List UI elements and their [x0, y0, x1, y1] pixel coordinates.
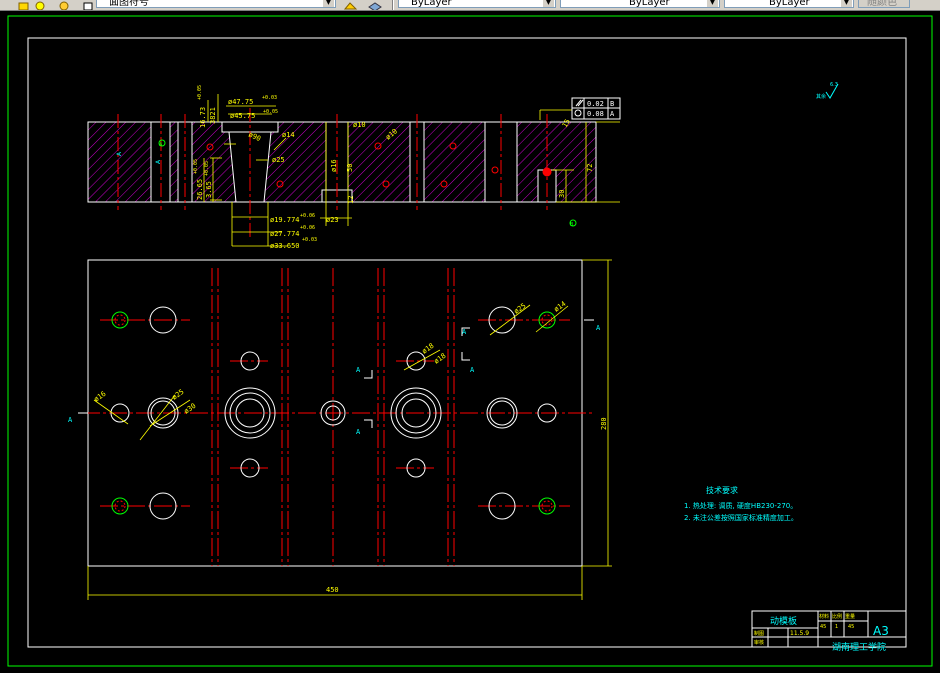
dim-d2665: 26.65	[196, 179, 204, 200]
cut-label-4: A	[356, 428, 361, 436]
plan-dim-d16: ø16	[93, 390, 108, 404]
plan-dimensions	[87, 259, 612, 600]
layer-combo[interactable]: 面图符号 ▼	[96, 0, 336, 8]
tech-notes-line1: 1. 热处理: 调质, 硬度HB230-270。	[684, 501, 797, 510]
title-block-checked-label: 审核	[754, 639, 764, 646]
cut-label-5: A	[462, 328, 467, 336]
title-block-part-name: 动模板	[770, 615, 797, 627]
tech-notes-title: 技术要求	[706, 485, 738, 495]
dim-d1977: ø19.774	[270, 216, 300, 224]
section-view	[87, 108, 597, 240]
plan-dim-d14: ø14	[553, 300, 568, 314]
dim-d45: ø45.75	[230, 112, 255, 120]
title-block-drawn-label: 制图	[754, 630, 764, 637]
dim-d2777: ø27.774	[270, 230, 300, 238]
dim-d16: 16.73	[199, 107, 207, 128]
plan-dim-d25b: ø25	[513, 302, 528, 316]
tolerance-frame: 0.02 B 0.08 A	[571, 97, 621, 120]
roughness-prefix: 其余	[816, 93, 826, 100]
plot-style-combo[interactable]: 随颜色	[858, 0, 910, 8]
plan-dim-d25: ø25	[171, 388, 186, 402]
title-block-weight-label: 重量	[845, 613, 855, 620]
dim-d10: ø10	[353, 121, 366, 129]
dim-d47-tol: +0.03	[262, 95, 277, 101]
title-block-scale-value: 1	[835, 624, 838, 630]
tolerance-row1-datum: B	[610, 100, 614, 108]
title-block-material-label: 材料	[819, 613, 829, 620]
dim-d3365: ø33.650	[270, 242, 300, 250]
cut-label-1: A	[68, 416, 73, 424]
layer-color-icon[interactable]	[82, 0, 94, 10]
color-dropdown-icon[interactable]: ▼	[543, 0, 554, 7]
layer-state-icon[interactable]	[18, 0, 30, 10]
title-block-date: 11.5.9	[790, 630, 809, 637]
datum-b-label: B	[570, 222, 574, 228]
layer-freeze-icon[interactable]	[58, 0, 70, 10]
dim-d3365-tol: +0.03	[302, 237, 317, 243]
dim-d1977-tol: +0.06	[300, 213, 315, 219]
tolerance-row2-value: 0.08	[587, 110, 604, 118]
dim-d2665b: 3.65	[205, 181, 213, 198]
dim-d2665-tol: +0.05	[193, 159, 199, 174]
outer-border	[7, 15, 933, 667]
tech-notes-line2: 2. 未注公差按照国家标准精度加工。	[684, 513, 798, 522]
lineweight-dropdown-icon[interactable]: ▼	[841, 0, 852, 7]
dim-d2665b-tol: +0.05	[204, 161, 210, 176]
datum-a-label: A	[159, 142, 163, 148]
dim-d14: ø14	[282, 131, 295, 139]
linetype-combo[interactable]: ByLayer ▼	[560, 0, 720, 8]
dim-d45-tol: +0.05	[263, 109, 278, 115]
title-block-material-value: 45	[820, 624, 826, 630]
lineweight-combo-value: ByLayer	[769, 0, 810, 8]
title-block-weight-value: 45	[848, 624, 854, 630]
plan-dim-d18b: ø18	[433, 352, 448, 366]
dim-d47: ø47.75	[228, 98, 253, 106]
dim-50: 50	[346, 164, 354, 172]
dim-16: ø16	[330, 159, 338, 172]
cut-label-3: A	[356, 366, 361, 374]
roughness-value: 6.3	[830, 82, 838, 88]
linetype-dropdown-icon[interactable]: ▼	[707, 0, 718, 7]
roughness-symbol: 其余 6.3	[816, 82, 839, 100]
cut-label-6: A	[470, 366, 475, 374]
cut-label-2: A	[596, 324, 601, 332]
dim-d16-tol: +0.05	[197, 85, 203, 100]
dim-72: 72	[586, 164, 594, 172]
dim-height-280: 280	[600, 417, 608, 430]
linetype-combo-value: ByLayer	[629, 0, 670, 8]
title-block-format: A3	[873, 624, 889, 638]
title-block-school: 湖南理工学院	[832, 641, 886, 653]
layer-previous-icon[interactable]	[368, 0, 382, 10]
title-block: 动模板 A3 材料 比例 重量 45 1 45 制图 审核 11.5.9 湖南理…	[751, 610, 907, 653]
layer-combo-value: 面图符号	[109, 0, 149, 8]
tolerance-row2-datum: A	[610, 110, 615, 118]
dim-12: 12	[347, 196, 355, 204]
drawing-canvas[interactable]: ø47.75 +0.03 ø45.75 +0.05 16.73 +0.05 38…	[0, 10, 940, 673]
dim-23: ø23	[326, 216, 339, 224]
lineweight-combo[interactable]: ByLayer ▼	[724, 0, 854, 8]
dim-d2777-tol: +0.06	[300, 225, 315, 231]
color-combo-value: ByLayer	[411, 0, 452, 8]
dim-d3821: 3821	[209, 107, 217, 124]
title-block-scale-label: 比例	[832, 613, 842, 620]
color-combo[interactable]: ByLayer ▼	[398, 0, 556, 8]
dim-width-450: 450	[326, 586, 339, 594]
plan-dim-d30: ø30	[183, 402, 198, 416]
tolerance-row1-value: 0.02	[587, 100, 604, 108]
technical-notes: 技术要求 1. 热处理: 调质, 硬度HB230-270。 2. 未注公差按照国…	[684, 485, 798, 522]
layer-on-icon[interactable]	[34, 0, 46, 10]
plan-dimension-labels: 450 280 ø16 ø25 ø30 ø14 ø25 ø18 ø18	[93, 300, 608, 594]
layer-dropdown-icon[interactable]: ▼	[323, 0, 334, 7]
make-current-layer-icon[interactable]	[343, 0, 358, 10]
dim-d25: ø25	[272, 156, 285, 164]
section-cut-labels: A A A A A A	[68, 324, 601, 436]
plot-style-combo-value: 随颜色	[867, 0, 897, 8]
dim-30: 30	[558, 190, 566, 198]
